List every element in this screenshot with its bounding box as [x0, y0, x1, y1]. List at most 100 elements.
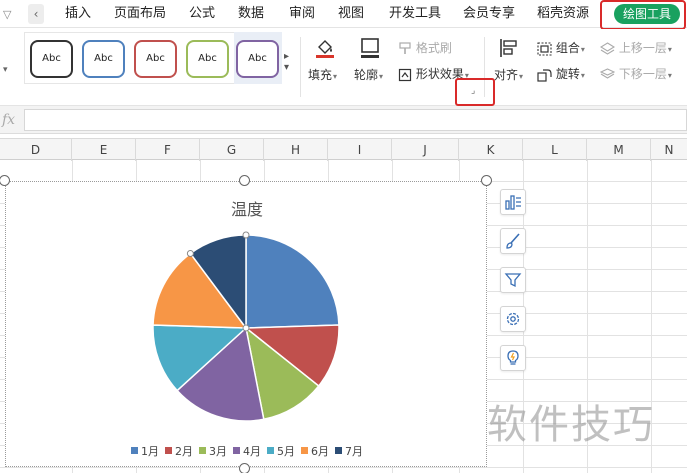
- group-button[interactable]: 组合▾: [537, 39, 585, 56]
- legend-swatch: [301, 447, 308, 454]
- column-header-row: D E F G H I J K L M N: [0, 138, 687, 161]
- tab-developer[interactable]: 开发工具: [389, 6, 441, 22]
- chart-legend[interactable]: 1月 2月 3月 4月 5月 6月 7月: [6, 443, 488, 459]
- bring-forward-label: 上移一层: [618, 41, 667, 55]
- column-header-k[interactable]: K: [459, 139, 523, 161]
- legend-label: 2月: [175, 445, 193, 458]
- rotate-button[interactable]: 旋转▾: [537, 65, 585, 82]
- column-header-g[interactable]: G: [200, 139, 264, 161]
- legend-swatch: [131, 447, 138, 454]
- outline-icon: [361, 38, 379, 58]
- align-dropdown-icon: ▾: [519, 72, 524, 81]
- fx-icon[interactable]: fx: [2, 112, 15, 128]
- tab-member[interactable]: 会员专享: [463, 6, 515, 22]
- legend-item-3[interactable]: 3月: [199, 443, 227, 459]
- tab-formulas[interactable]: 公式: [189, 6, 215, 22]
- shape-style-purple[interactable]: Abc: [236, 40, 279, 78]
- column-header-i[interactable]: I: [328, 139, 392, 161]
- legend-label: 7月: [345, 445, 363, 458]
- slice-selection-point[interactable]: [242, 231, 250, 239]
- tab-insert[interactable]: 插入: [65, 6, 91, 22]
- group-label: 组合: [555, 41, 580, 55]
- chart-settings-button[interactable]: [500, 306, 526, 332]
- send-backward-button[interactable]: 下移一层▾: [600, 65, 672, 82]
- shape-style-blue[interactable]: Abc: [82, 40, 125, 78]
- outline-label-wrap[interactable]: 轮廓▾: [354, 66, 383, 83]
- outline-button[interactable]: [357, 37, 383, 59]
- column-header-d[interactable]: D: [0, 139, 72, 161]
- legend-item-1[interactable]: 1月: [131, 443, 159, 459]
- align-label: 对齐: [494, 68, 519, 82]
- chart-elements-button[interactable]: [500, 189, 526, 215]
- legend-label: 1月: [141, 445, 159, 458]
- pie-chart[interactable]: 温度 1月 2月 3月 4月 5月 6月 7月: [5, 181, 487, 467]
- pie-slice-1[interactable]: [245, 234, 340, 329]
- rotate-icon: [537, 68, 552, 82]
- formula-input[interactable]: [24, 109, 687, 131]
- column-header-f[interactable]: F: [136, 139, 200, 161]
- fill-label-wrap[interactable]: 填充▾: [308, 66, 337, 83]
- tab-page-layout[interactable]: 页面布局: [114, 6, 166, 22]
- format-painter-button[interactable]: 格式刷: [398, 39, 452, 56]
- legend-swatch: [335, 447, 342, 454]
- column-header-j[interactable]: J: [392, 139, 459, 161]
- column-header-h[interactable]: H: [264, 139, 328, 161]
- legend-item-4[interactable]: 4月: [233, 443, 261, 459]
- scroll-tabs-left-button[interactable]: ‹: [28, 4, 44, 24]
- collapse-ribbon-icon[interactable]: ▽: [3, 8, 11, 21]
- column-header-e[interactable]: E: [72, 139, 136, 161]
- bring-forward-button[interactable]: 上移一层▾: [600, 39, 672, 56]
- legend-label: 6月: [311, 445, 329, 458]
- chart-insight-button[interactable]: [500, 345, 526, 371]
- outline-label: 轮廓: [354, 68, 379, 82]
- fill-dropdown-icon: ▾: [333, 72, 338, 81]
- legend-label: 4月: [243, 445, 261, 458]
- menu-bar: ▽ ‹ 插入 页面布局 公式 数据 审阅 视图 开发工具 会员专享 稻壳资源 绘…: [0, 0, 687, 28]
- align-button[interactable]: [497, 37, 521, 59]
- column-header-l[interactable]: L: [523, 139, 587, 161]
- shape-style-red[interactable]: Abc: [134, 40, 177, 78]
- align-label-wrap[interactable]: 对齐▾: [494, 66, 523, 83]
- ribbon-scroll-left-icon[interactable]: ▾: [3, 65, 8, 75]
- fill-button[interactable]: [310, 37, 340, 59]
- send-backward-dropdown-icon: ▾: [667, 71, 672, 80]
- resize-handle-top-center[interactable]: [239, 175, 250, 186]
- legend-item-7[interactable]: 7月: [335, 443, 363, 459]
- fill-label: 填充: [308, 68, 333, 82]
- chart-filter-icon: [504, 273, 522, 288]
- highlight-dialog-launcher: [455, 78, 495, 106]
- slice-selection-point[interactable]: [242, 324, 250, 332]
- format-painter-icon: [399, 41, 411, 54]
- legend-item-6[interactable]: 6月: [301, 443, 329, 459]
- legend-swatch: [233, 447, 240, 454]
- send-backward-icon: [600, 67, 615, 79]
- slice-selection-point[interactable]: [186, 249, 194, 257]
- chart-filter-button[interactable]: [500, 267, 526, 293]
- group-icon: [537, 41, 552, 56]
- tab-docer-resources[interactable]: 稻壳资源: [537, 6, 589, 22]
- shape-style-black[interactable]: Abc: [30, 40, 73, 78]
- legend-item-5[interactable]: 5月: [267, 443, 295, 459]
- column-header-m[interactable]: M: [587, 139, 651, 161]
- tab-view[interactable]: 视图: [338, 6, 364, 22]
- shape-style-green[interactable]: Abc: [186, 40, 229, 78]
- gallery-more-icon[interactable]: ▸ ▾: [284, 51, 289, 73]
- legend-item-2[interactable]: 2月: [165, 443, 193, 459]
- chart-elements-icon: [505, 195, 521, 210]
- legend-swatch: [267, 447, 274, 454]
- rotate-dropdown-icon: ▾: [580, 71, 585, 80]
- column-header-n[interactable]: N: [651, 139, 687, 161]
- chart-title[interactable]: 温度: [6, 196, 488, 220]
- group-dropdown-icon: ▾: [580, 45, 585, 54]
- tab-data[interactable]: 数据: [238, 6, 264, 22]
- pie-plot-area[interactable]: [146, 228, 346, 428]
- resize-handle-bottom-center[interactable]: [239, 463, 250, 473]
- chart-settings-icon: [506, 312, 520, 326]
- tab-review[interactable]: 审阅: [289, 6, 315, 22]
- send-backward-label: 下移一层: [618, 67, 667, 81]
- rotate-label: 旋转: [555, 67, 580, 81]
- resize-handle-top-right[interactable]: [481, 175, 492, 186]
- bring-forward-icon: [600, 41, 615, 55]
- chart-style-button[interactable]: [500, 228, 526, 254]
- legend-swatch: [165, 447, 172, 454]
